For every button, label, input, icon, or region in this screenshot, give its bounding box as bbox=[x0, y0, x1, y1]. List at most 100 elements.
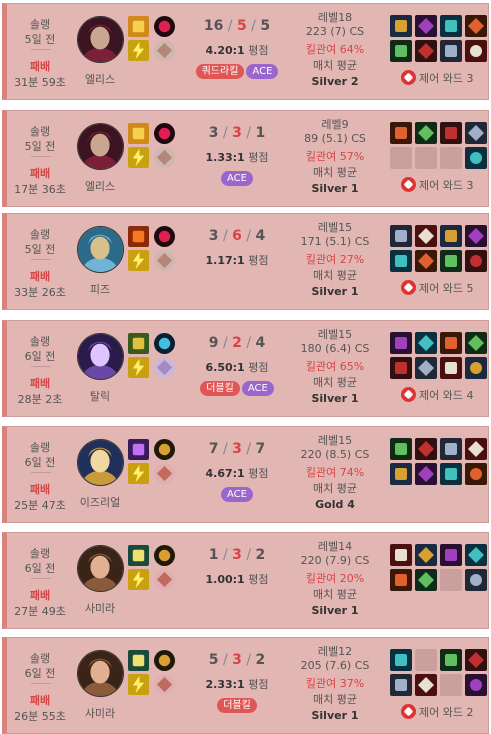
item-slot-icon[interactable] bbox=[465, 250, 487, 272]
item-slot-icon[interactable] bbox=[415, 438, 437, 460]
domination-icon[interactable] bbox=[154, 40, 175, 61]
item-slot-icon[interactable] bbox=[415, 544, 437, 566]
item-slot-icon[interactable] bbox=[415, 15, 437, 37]
item-slot-icon[interactable] bbox=[440, 649, 462, 671]
electrocute-icon[interactable] bbox=[154, 226, 175, 247]
smite-icon[interactable] bbox=[128, 16, 149, 37]
resolve-icon[interactable] bbox=[154, 357, 175, 378]
item-slot-icon[interactable] bbox=[415, 674, 437, 696]
item-slot-icon[interactable] bbox=[465, 544, 487, 566]
match-row[interactable]: 솔랭 5일 전 패배 33분 26초 피즈 3 / 6 / 4 1.17:1 평점 레벨15 1… bbox=[2, 213, 489, 310]
flash-icon[interactable] bbox=[128, 40, 149, 61]
item-slot-icon[interactable] bbox=[415, 357, 437, 379]
smite-icon[interactable] bbox=[128, 123, 149, 144]
flash-icon[interactable] bbox=[128, 250, 149, 271]
item-slot-icon[interactable] bbox=[465, 15, 487, 37]
exhaust-icon[interactable] bbox=[128, 333, 149, 354]
item-slot-icon[interactable] bbox=[465, 649, 487, 671]
item-slot-icon[interactable] bbox=[440, 332, 462, 354]
cleanse-icon[interactable] bbox=[128, 650, 149, 671]
item-slot-icon[interactable] bbox=[390, 40, 412, 62]
precision-icon[interactable] bbox=[154, 674, 175, 695]
electrocute-icon[interactable] bbox=[154, 123, 175, 144]
ace-badge: ACE bbox=[221, 171, 253, 186]
item-slot-icon[interactable] bbox=[390, 649, 412, 671]
queue-type: 솔랭 bbox=[29, 335, 51, 348]
item-slot-icon[interactable] bbox=[465, 225, 487, 247]
item-slot-icon[interactable] bbox=[415, 250, 437, 272]
item-slot-icon[interactable] bbox=[465, 357, 487, 379]
flash-icon[interactable] bbox=[128, 463, 149, 484]
item-slot-icon[interactable] bbox=[390, 438, 412, 460]
item-slot-icon[interactable] bbox=[390, 544, 412, 566]
match-row[interactable]: 솔랭 5일 전 패배 31분 59초 엘리스 16 / 5 / 5 4.20:1 평점 쿼드라… bbox=[2, 3, 489, 100]
item-slot-icon[interactable] bbox=[415, 463, 437, 485]
deaths: 3 bbox=[232, 547, 242, 563]
item-slot-icon[interactable] bbox=[390, 569, 412, 591]
item-slot-icon[interactable] bbox=[440, 438, 462, 460]
domination-icon[interactable] bbox=[154, 250, 175, 271]
cleanse-icon[interactable] bbox=[128, 545, 149, 566]
conqueror-icon[interactable] bbox=[154, 439, 175, 460]
item-slot-icon[interactable] bbox=[465, 674, 487, 696]
item-slot-icon[interactable] bbox=[465, 463, 487, 485]
conqueror-icon[interactable] bbox=[154, 650, 175, 671]
ghost-icon[interactable] bbox=[128, 439, 149, 460]
item-slot-icon[interactable] bbox=[465, 147, 487, 169]
match-row[interactable]: 솔랭 6일 전 패배 25분 47초 이즈리얼 7 / 3 / 7 4.67:1 평점 ACE… bbox=[2, 426, 489, 523]
item-slot-icon[interactable] bbox=[440, 225, 462, 247]
time-ago: 6일 전 bbox=[24, 456, 56, 469]
item-slot-icon[interactable] bbox=[390, 122, 412, 144]
elise-portrait[interactable] bbox=[77, 16, 124, 63]
kda-ratio-value: 1.00:1 bbox=[205, 573, 245, 586]
item-slot-icon[interactable] bbox=[440, 40, 462, 62]
flash-icon[interactable] bbox=[128, 569, 149, 590]
electrocute-icon[interactable] bbox=[154, 16, 175, 37]
item-slot-icon[interactable] bbox=[440, 15, 462, 37]
aftershock-icon[interactable] bbox=[154, 333, 175, 354]
item-slot-icon[interactable] bbox=[440, 463, 462, 485]
item-slot-icon[interactable] bbox=[440, 357, 462, 379]
item-slot-icon[interactable] bbox=[390, 225, 412, 247]
item-slot-icon[interactable] bbox=[415, 225, 437, 247]
item-slot-icon[interactable] bbox=[390, 250, 412, 272]
samira-portrait[interactable] bbox=[77, 650, 124, 697]
item-slot-icon[interactable] bbox=[390, 357, 412, 379]
item-slot-icon[interactable] bbox=[415, 569, 437, 591]
samira-portrait[interactable] bbox=[77, 545, 124, 592]
match-row[interactable]: 솔랭 6일 전 패배 27분 49초 사미라 1 / 3 / 2 1.00:1 평점 레벨14… bbox=[2, 532, 489, 629]
item-slot-icon[interactable] bbox=[465, 122, 487, 144]
item-slot-icon[interactable] bbox=[415, 122, 437, 144]
item-slot-icon[interactable] bbox=[440, 544, 462, 566]
item-slot-icon[interactable] bbox=[415, 40, 437, 62]
domination-icon[interactable] bbox=[154, 147, 175, 168]
item-slot-icon[interactable] bbox=[465, 40, 487, 62]
item-slot-icon[interactable] bbox=[390, 463, 412, 485]
champion-name: 이즈리얼 bbox=[79, 496, 121, 509]
item-slot-icon[interactable] bbox=[440, 250, 462, 272]
taric-portrait[interactable] bbox=[77, 333, 124, 380]
conqueror-icon[interactable] bbox=[154, 545, 175, 566]
precision-icon[interactable] bbox=[154, 569, 175, 590]
flash-icon[interactable] bbox=[128, 357, 149, 378]
ignite-icon[interactable] bbox=[128, 226, 149, 247]
match-row[interactable]: 솔랭 6일 전 패배 28분 2초 탈릭 9 / 2 / 4 6.50:1 평점 더블킬 ACE… bbox=[2, 320, 489, 417]
elise-portrait[interactable] bbox=[77, 123, 124, 170]
flash-icon[interactable] bbox=[128, 147, 149, 168]
item-slot-icon[interactable] bbox=[465, 438, 487, 460]
item-slot-icon[interactable] bbox=[390, 674, 412, 696]
kills: 5 bbox=[208, 652, 219, 668]
item-slot-icon[interactable] bbox=[465, 332, 487, 354]
item-slot-icon[interactable] bbox=[390, 332, 412, 354]
flash-icon[interactable] bbox=[128, 674, 149, 695]
ezreal-portrait[interactable] bbox=[77, 439, 124, 486]
precision-icon[interactable] bbox=[154, 463, 175, 484]
item-slot-icon[interactable] bbox=[390, 15, 412, 37]
item-slot-icon[interactable] bbox=[440, 122, 462, 144]
match-row[interactable]: 솔랭 5일 전 패배 17분 36초 엘리스 3 / 3 / 1 1.33:1 평점 ACE 레… bbox=[2, 110, 489, 207]
empty-item-slot bbox=[415, 147, 437, 169]
item-slot-icon[interactable] bbox=[415, 332, 437, 354]
match-row[interactable]: 솔랭 6일 전 패배 26분 55초 사미라 5 / 3 / 2 2.33:1 평점 더블킬 레… bbox=[2, 637, 489, 734]
item-slot-icon[interactable] bbox=[465, 569, 487, 591]
fizz-portrait[interactable] bbox=[77, 226, 124, 273]
